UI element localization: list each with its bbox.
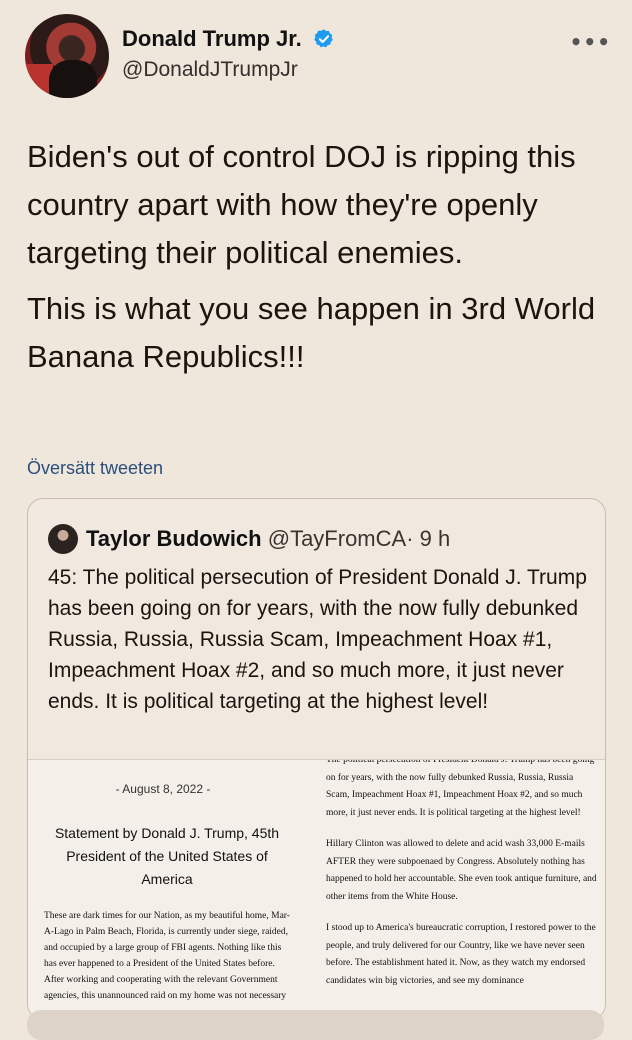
statement-title: Statement by Donald J. Trump, 45th Presi… [54, 825, 280, 887]
statement-page-left: - August 8, 2022 - Statement by Donald J… [28, 760, 298, 1019]
statement-page-right: The political persecution of President D… [326, 760, 601, 1019]
quoted-author-avatar[interactable] [48, 524, 78, 554]
statement-body: These are dark times for our Nation, as … [44, 911, 290, 1001]
bottom-bar [27, 1010, 604, 1040]
quoted-tweet-header: Taylor Budowich @TayFromCA· 9 h [48, 524, 450, 554]
statement-right-paragraph-3: I stood up to America's bureaucratic cor… [326, 923, 596, 986]
quoted-tweet[interactable]: Taylor Budowich @TayFromCA· 9 h 45: The … [27, 498, 606, 1020]
author-handle[interactable]: @DonaldJTrumpJr [122, 58, 335, 82]
translate-tweet-link[interactable]: Översätt tweeten [27, 458, 163, 479]
tweet-text: Biden's out of control DOJ is ripping th… [27, 133, 607, 389]
quoted-author-handle[interactable]: @TayFromCA [268, 526, 406, 551]
quoted-media-image[interactable]: - August 8, 2022 - Statement by Donald J… [28, 759, 605, 1019]
quoted-tweet-time[interactable]: · 9 h [406, 526, 450, 551]
statement-right-paragraph-2: Hillary Clinton was allowed to delete an… [326, 839, 597, 902]
verified-badge-icon [314, 29, 333, 48]
author-avatar[interactable] [25, 14, 109, 98]
statement-date: - August 8, 2022 - [115, 782, 211, 796]
quoted-author-name[interactable]: Taylor Budowich [86, 526, 262, 551]
quoted-tweet-text: 45: The political persecution of Preside… [48, 566, 587, 713]
tweet-header: Donald Trump Jr. @DonaldJTrumpJr ••• [25, 14, 615, 98]
more-horizontal-icon[interactable]: ••• [570, 30, 611, 54]
tweet-paragraph-1: Biden's out of control DOJ is ripping th… [27, 139, 576, 270]
tweet-paragraph-2: This is what you see happen in 3rd World… [27, 291, 596, 374]
statement-right-paragraph-1: The political persecution of President D… [326, 760, 595, 818]
author-block[interactable]: Donald Trump Jr. @DonaldJTrumpJr [122, 26, 335, 82]
author-name[interactable]: Donald Trump Jr. [122, 26, 302, 52]
